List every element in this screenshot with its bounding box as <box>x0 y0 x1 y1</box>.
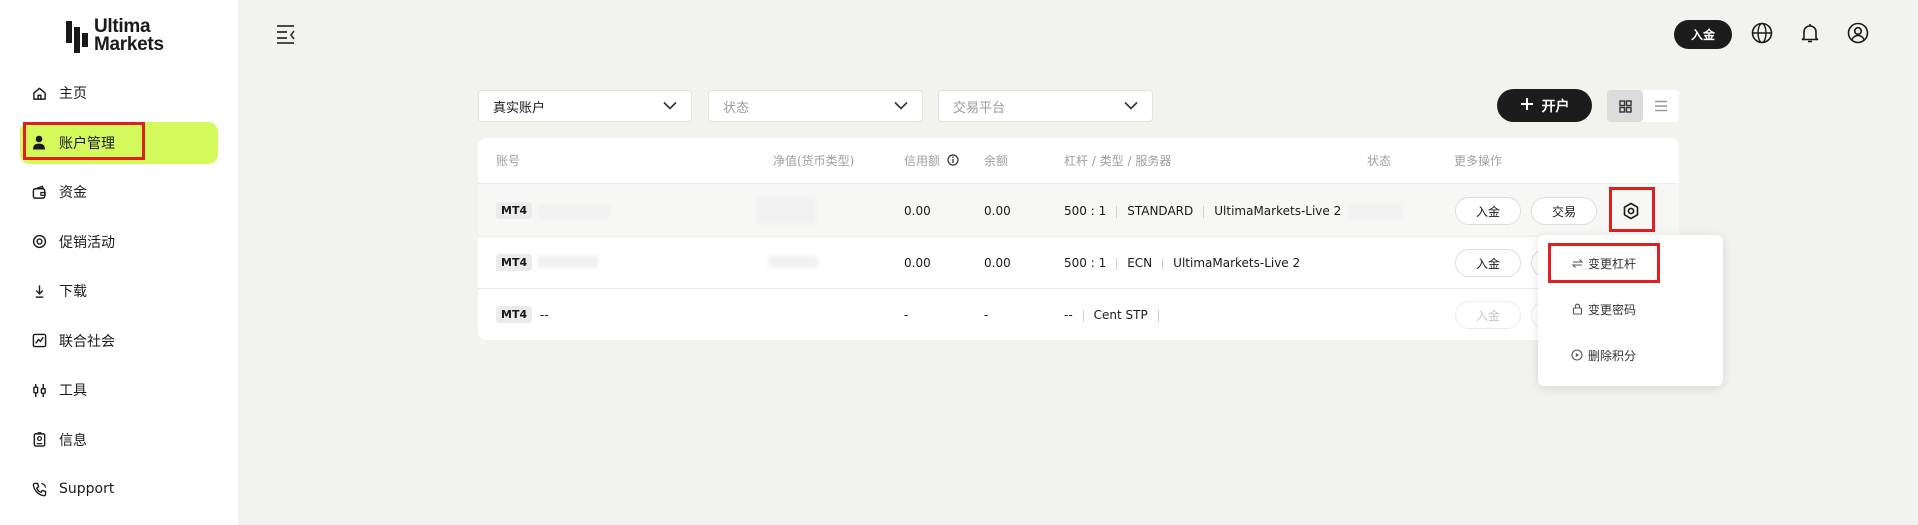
lock-icon <box>1571 303 1583 315</box>
user-icon <box>31 135 47 151</box>
sidebar-item-label: 账户管理 <box>59 135 115 152</box>
row-deposit-button[interactable]: 入金 <box>1455 197 1521 225</box>
bell-icon[interactable] <box>1798 21 1822 45</box>
view-toggle <box>1607 90 1679 122</box>
platform-select[interactable]: 交易平台 <box>938 90 1153 122</box>
masked-status <box>1348 202 1402 220</box>
collapse-menu-icon[interactable] <box>276 24 298 44</box>
sidebar-item-home[interactable]: 主页 <box>20 72 218 114</box>
wallet-icon <box>31 184 47 200</box>
menu-item-delete-points[interactable]: 删除积分 <box>1538 341 1723 369</box>
logo-mark-icon <box>66 19 88 53</box>
leverage-type-server: -- Cent STP <box>1064 308 1169 322</box>
open-account-label: 开户 <box>1541 98 1570 115</box>
sidebar-item-label: 资金 <box>59 185 87 201</box>
row-deposit-button[interactable]: 入金 <box>1455 249 1521 277</box>
open-account-button[interactable]: 开户 <box>1497 89 1592 122</box>
credit-value: 0.00 <box>904 256 931 270</box>
header-balance: 余额 <box>984 154 1009 168</box>
globe-icon[interactable] <box>1750 21 1774 45</box>
header-leverage: 杠杆 / 类型 / 服务器 <box>1064 154 1172 168</box>
chart-icon <box>31 333 47 349</box>
circle-play-icon <box>1571 349 1583 361</box>
divider <box>478 288 1679 289</box>
sidebar-item-social[interactable]: 联合社会 <box>20 320 218 362</box>
sidebar-item-download[interactable]: 下载 <box>20 270 218 312</box>
grid-view-icon[interactable] <box>1607 90 1643 122</box>
leverage-type-server: 500 : 1 STANDARD UltimaMarkets-Live 2 <box>1064 204 1342 218</box>
sidebar-item-label: 下载 <box>59 284 87 300</box>
settings-hex-icon[interactable] <box>1616 196 1646 226</box>
sidebar-item-account-management[interactable]: 账户管理 <box>20 121 218 164</box>
sidebar-item-label: 促销活动 <box>59 234 115 251</box>
info-icon[interactable] <box>947 154 959 169</box>
sidebar-item-tools[interactable]: 工具 <box>20 369 218 411</box>
header-more-actions: 更多操作 <box>1454 154 1503 168</box>
row-deposit-button[interactable]: 入金 <box>1455 301 1521 329</box>
brand-name: Ultima Markets <box>94 16 164 55</box>
info-card-icon <box>31 432 47 448</box>
sidebar: Ultima Markets 主页 账户管理 资金 促销活动 下载 联合社会 工… <box>0 0 238 525</box>
sidebar-item-label: 信息 <box>59 432 87 449</box>
chevron-down-icon <box>894 99 908 113</box>
platform-tag: MT4 <box>496 306 533 323</box>
menu-item-label: 删除积分 <box>1588 348 1637 363</box>
sidebar-item-info[interactable]: 信息 <box>20 419 218 461</box>
masked-account-number <box>538 256 598 268</box>
platform-tag: MT4 <box>496 202 533 219</box>
plus-icon <box>1520 97 1534 115</box>
home-icon <box>31 85 47 101</box>
balance-value: - <box>984 308 989 322</box>
swap-icon <box>1571 257 1583 269</box>
account-type-select[interactable]: 真实账户 <box>478 90 692 122</box>
sidebar-nav: 主页 账户管理 资金 促销活动 下载 联合社会 工具 信息 Support <box>20 72 218 518</box>
divider <box>478 236 1679 237</box>
deposit-button[interactable]: 入金 <box>1674 20 1732 49</box>
account-type-value: 真实账户 <box>493 100 546 116</box>
balance-value: 0.00 <box>984 256 1011 270</box>
menu-item-label: 变更密码 <box>1588 302 1637 317</box>
masked-equity <box>768 256 818 268</box>
sidebar-item-support[interactable]: Support <box>20 468 218 510</box>
header-credit: 信用额 <box>904 152 959 169</box>
row-trade-button[interactable]: 交易 <box>1531 197 1597 225</box>
sidebar-item-label: Support <box>59 481 115 497</box>
credit-value: - <box>904 308 909 322</box>
download-icon <box>31 283 47 299</box>
leverage-type-server: 500 : 1 ECN UltimaMarkets-Live 2 <box>1064 256 1301 270</box>
header-status: 状态 <box>1367 154 1392 168</box>
sidebar-item-label: 联合社会 <box>59 333 115 350</box>
target-icon <box>31 234 47 250</box>
menu-item-label: 变更杠杆 <box>1588 256 1637 271</box>
menu-item-change-password[interactable]: 变更密码 <box>1538 295 1723 323</box>
chevron-down-icon <box>663 99 677 113</box>
menu-item-change-leverage[interactable]: 变更杠杆 <box>1538 249 1723 277</box>
brand-logo[interactable]: Ultima Markets <box>66 16 164 55</box>
accounts-table: 账号 净值(货币类型) 信用额 余额 杠杆 / 类型 / 服务器 状态 更多操作… <box>478 138 1679 340</box>
user-profile-icon[interactable] <box>1846 21 1870 45</box>
header-account: 账号 <box>496 154 521 168</box>
chevron-down-icon <box>1124 99 1138 113</box>
status-placeholder: 状态 <box>723 100 750 116</box>
sidebar-item-label: 主页 <box>59 86 87 102</box>
more-actions-menu: 变更杠杆 变更密码 删除积分 <box>1538 235 1723 386</box>
masked-account-number <box>538 204 610 218</box>
sidebar-item-funds[interactable]: 资金 <box>20 171 218 213</box>
platform-placeholder: 交易平台 <box>953 100 1006 116</box>
header-equity: 净值(货币类型) <box>773 154 855 168</box>
sidebar-item-label: 工具 <box>59 383 87 399</box>
balance-value: 0.00 <box>984 204 1011 218</box>
account-number: -- <box>540 308 549 322</box>
phone-icon <box>31 481 47 497</box>
status-select[interactable]: 状态 <box>708 90 923 122</box>
platform-tag: MT4 <box>496 254 533 271</box>
tools-icon <box>31 382 47 398</box>
credit-value: 0.00 <box>904 204 931 218</box>
sidebar-item-promotions[interactable]: 促销活动 <box>20 221 218 263</box>
masked-equity <box>756 198 816 224</box>
list-view-icon[interactable] <box>1643 90 1679 122</box>
